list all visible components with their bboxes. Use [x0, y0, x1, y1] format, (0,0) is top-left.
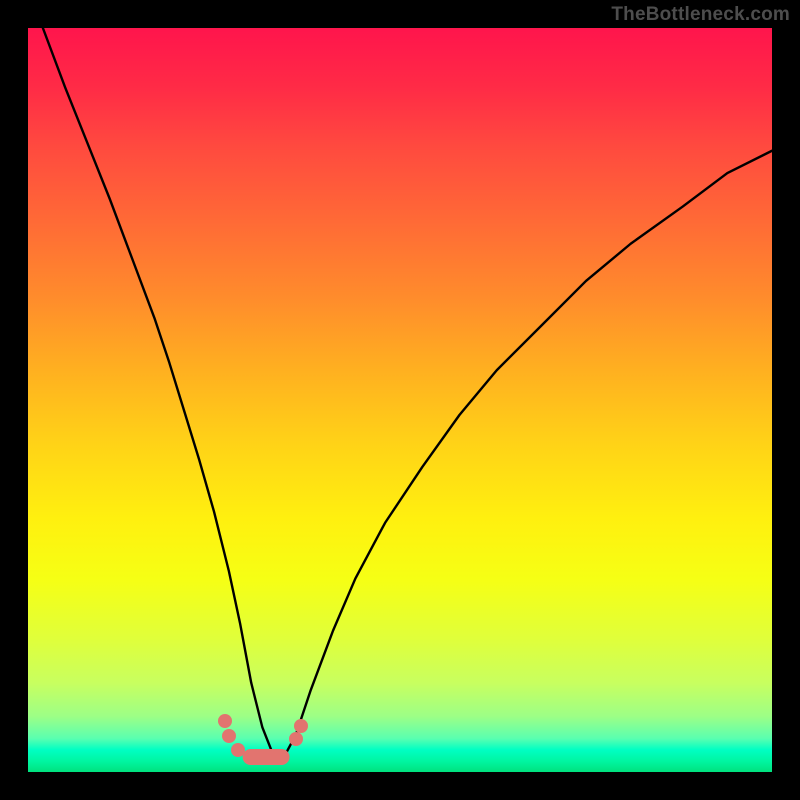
- curve-marker-dot: [289, 732, 303, 746]
- curve-marker-dot: [218, 714, 232, 728]
- plot-area: [28, 28, 772, 772]
- valley-marker-pill: [243, 749, 290, 765]
- curve-marker-dot: [222, 729, 236, 743]
- curve-marker-dot: [294, 719, 308, 733]
- curve-svg: [28, 28, 772, 772]
- outer-frame: TheBottleneck.com: [0, 0, 800, 800]
- bottleneck-curve: [43, 28, 772, 756]
- watermark-text: TheBottleneck.com: [611, 4, 790, 26]
